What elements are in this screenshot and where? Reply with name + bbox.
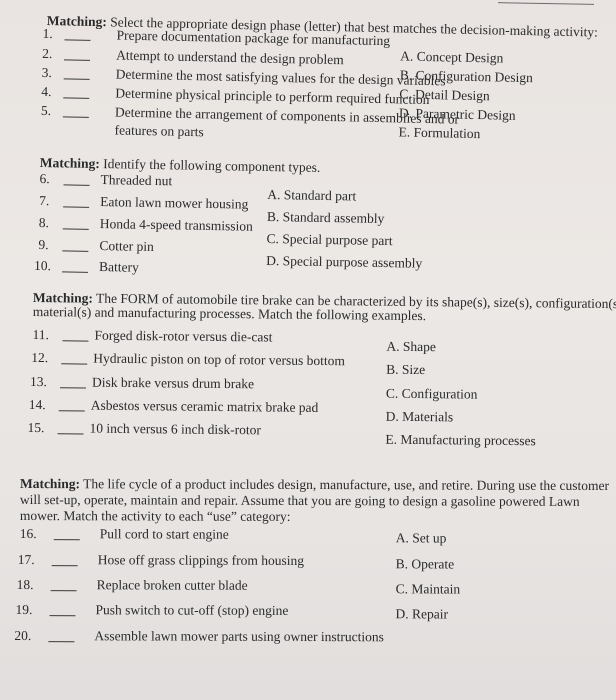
question-text: Cotter pin [99, 238, 154, 254]
answer-blank[interactable] [61, 261, 89, 273]
question-text: Forged disk-rotor versus die-cast [94, 327, 273, 345]
section-label: Matching: [19, 476, 80, 492]
answer-blank[interactable] [59, 377, 87, 389]
answer-blank[interactable] [63, 68, 90, 80]
question-text: Battery [98, 259, 139, 275]
answer-blank[interactable] [51, 555, 78, 567]
question-number: 14. [28, 396, 46, 413]
option-d: D. Repair [395, 606, 449, 622]
question-number: 18. [16, 576, 34, 593]
answer-blank[interactable] [64, 49, 91, 61]
answer-blank[interactable] [48, 631, 75, 643]
option-c: C. Detail Design [399, 86, 490, 104]
question-number: 17. [17, 551, 35, 568]
answer-blank[interactable] [62, 106, 90, 118]
answer-blank[interactable] [63, 87, 90, 99]
answer-blank[interactable] [53, 529, 80, 541]
option-b: B. Standard assembly [266, 208, 385, 227]
option-a: A. Standard part [267, 186, 357, 204]
question-number: 13. [29, 373, 48, 390]
question-number: 15. [27, 419, 45, 436]
answer-blank[interactable] [57, 423, 84, 435]
option-a: A. Shape [386, 338, 437, 355]
matching-section-component-types: Matching: Identify the following compone… [34, 155, 422, 275]
question-text: Threaded nut [100, 172, 173, 189]
option-e: E. Manufacturing processes [385, 431, 536, 449]
option-a: A. Set up [395, 530, 447, 546]
question-number: 16. [19, 525, 37, 542]
question-number: 1. [42, 25, 53, 42]
section-intro: Matching: Identify the following compone… [39, 155, 321, 175]
question-text: Assemble lawn mower parts using owner in… [94, 628, 384, 645]
answer-blank[interactable] [64, 29, 91, 41]
answer-blank[interactable] [63, 174, 90, 186]
question-text: Pull cord to start engine [99, 526, 229, 542]
answer-blank[interactable] [58, 400, 85, 412]
question-number: 10. [33, 257, 52, 274]
question-number: 2. [42, 45, 53, 62]
option-c: C. Maintain [395, 581, 461, 597]
question-text: Disk brake versus drum brake [91, 374, 255, 392]
question-number: 7. [39, 192, 50, 209]
question-number: 8. [38, 214, 50, 231]
answer-blank[interactable] [61, 353, 88, 365]
section-instructions: The life cycle of a product includes des… [83, 476, 610, 494]
question-number: 11. [32, 326, 49, 343]
option-d: D. Parametric Design [398, 105, 516, 123]
question-number: 12. [31, 349, 49, 366]
question-continuation: features on parts [114, 122, 204, 140]
question-number: 19. [15, 601, 33, 618]
option-b: B. Configuration Design [399, 67, 534, 86]
answer-blank[interactable] [62, 330, 89, 342]
question-text: 10 inch versus 6 inch disk-rotor [89, 420, 261, 438]
option-b: B. Size [386, 361, 426, 378]
question-text: Attempt to understand the design problem [116, 47, 344, 68]
question-number: 20. [14, 627, 32, 644]
option-d: D. Special purpose assembly [266, 252, 423, 271]
question-number: 9. [38, 236, 49, 253]
matching-section-life-cycle: Matching: The life cycle of a product in… [14, 476, 610, 644]
question-number: 6. [39, 170, 50, 187]
question-text: Push switch to cut-off (stop) engine [95, 602, 289, 618]
option-e: E. Formulation [398, 124, 481, 142]
answer-blank[interactable] [62, 240, 89, 252]
answer-blank[interactable] [49, 605, 76, 617]
question-number: 4. [41, 83, 52, 100]
question-text: Replace broken cutter blade [96, 577, 248, 593]
option-d: D. Materials [385, 408, 454, 425]
answer-blank[interactable] [50, 580, 77, 592]
question-text: Hose off grass clippings from housing [97, 552, 305, 568]
option-c: C. Configuration [385, 385, 478, 402]
matching-section-brake-form: Matching: The FORM of automobile tire br… [27, 290, 616, 448]
section-instructions-line3: mower. Match the activity to each “use” … [19, 507, 291, 524]
top-rule [497, 2, 595, 5]
answer-blank[interactable] [63, 196, 90, 208]
question-text: Asbestos versus ceramic matrix brake pad [90, 397, 319, 415]
question-text: Eaton lawn mower housing [100, 194, 249, 212]
option-b: B. Operate [395, 556, 455, 572]
option-a: A. Concept Design [400, 48, 504, 66]
section-label: Matching: [46, 13, 108, 30]
question-text: Hydraulic piston on top of rotor versus … [93, 350, 345, 369]
question-number: 3. [41, 64, 53, 81]
question-number: 5. [40, 102, 52, 119]
section-label: Matching: [39, 155, 101, 172]
answer-blank[interactable] [62, 218, 89, 230]
option-c: C. Special purpose part [266, 230, 393, 249]
question-text: Honda 4-speed transmission [99, 216, 253, 234]
matching-section-design-phase: Matching: Select the appropriate design … [41, 13, 598, 141]
